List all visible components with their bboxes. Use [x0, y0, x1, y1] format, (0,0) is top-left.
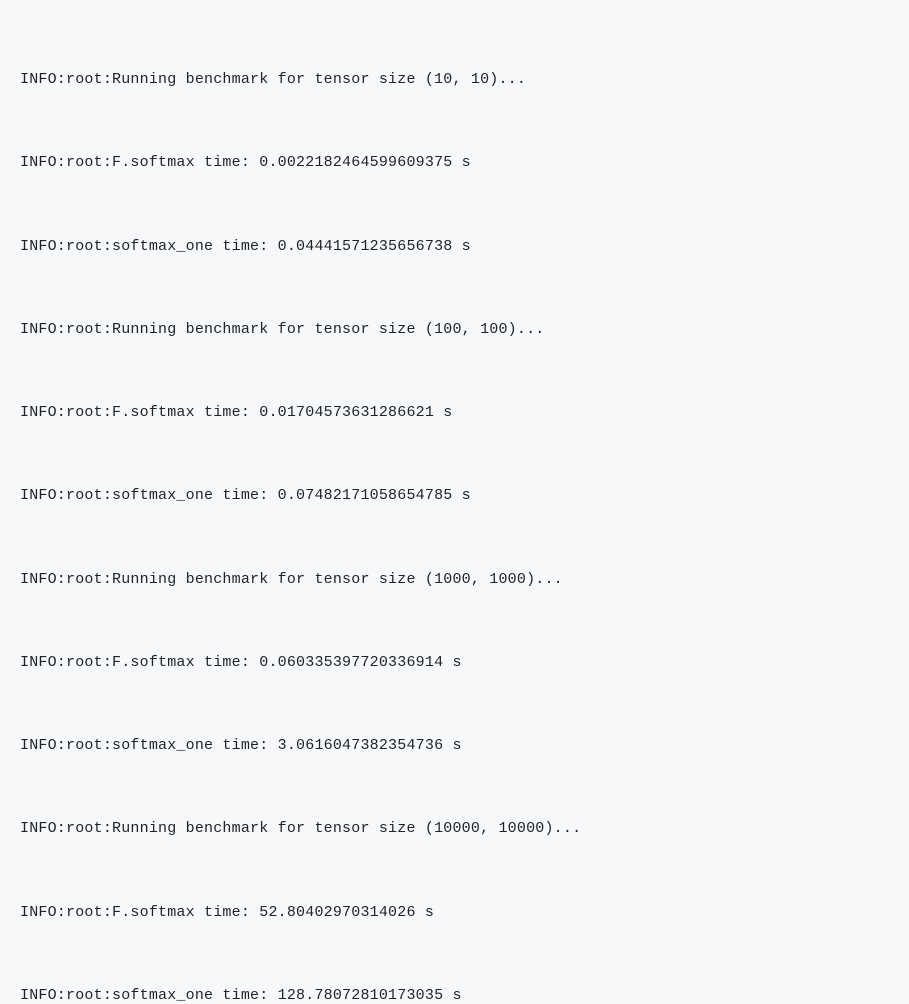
log-line: INFO:root:softmax_one time: 3.0616047382…	[20, 728, 889, 763]
log-line: INFO:root:softmax_one time: 0.0748217105…	[20, 478, 889, 513]
log-line: INFO:root:Running benchmark for tensor s…	[20, 312, 889, 347]
log-line: INFO:root:F.softmax time: 0.002218246459…	[20, 145, 889, 180]
log-line: INFO:root:Running benchmark for tensor s…	[20, 562, 889, 597]
log-line: INFO:root:F.softmax time: 0.060335397720…	[20, 645, 889, 680]
log-line: INFO:root:softmax_one time: 0.0444157123…	[20, 229, 889, 264]
log-output: INFO:root:Running benchmark for tensor s…	[20, 14, 889, 1004]
log-line: INFO:root:Running benchmark for tensor s…	[20, 62, 889, 97]
log-line: INFO:root:softmax_one time: 128.78072810…	[20, 978, 889, 1004]
log-line: INFO:root:F.softmax time: 0.017045736312…	[20, 395, 889, 430]
log-line: INFO:root:F.softmax time: 52.80402970314…	[20, 895, 889, 930]
log-line: INFO:root:Running benchmark for tensor s…	[20, 811, 889, 846]
